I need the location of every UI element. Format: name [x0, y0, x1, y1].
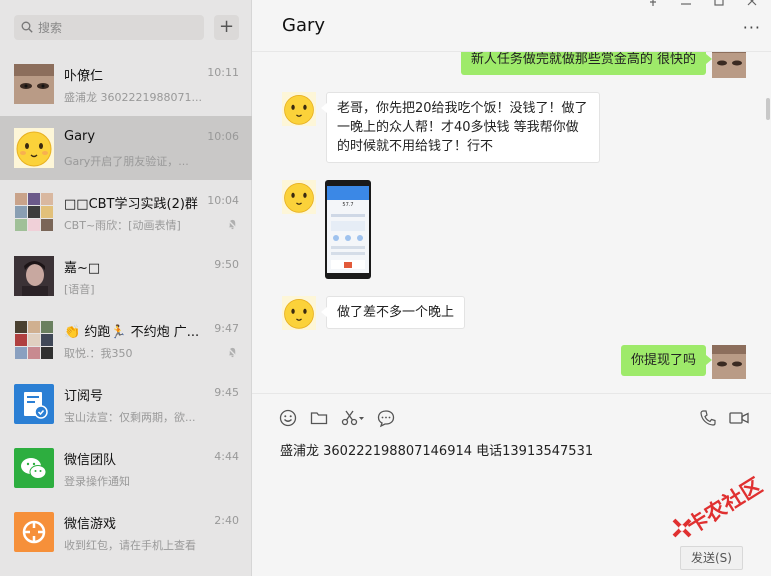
- minimize-icon[interactable]: [680, 0, 692, 6]
- video-icon[interactable]: [728, 408, 750, 428]
- pin-icon[interactable]: [647, 0, 659, 6]
- message-bubble-outgoing[interactable]: 新人任务做完就做那些赏金高的 很快的: [460, 52, 713, 75]
- chat-name: 微信游戏: [64, 517, 117, 532]
- mute-bell-icon: [227, 219, 238, 230]
- wechat-logo-icon: [14, 448, 54, 488]
- smiley-avatar: [14, 128, 54, 168]
- chat-preview: 宝山法宣：仅剩两期，欲...: [64, 411, 196, 424]
- screenshot-value: 57.7: [342, 202, 353, 208]
- group-grid-avatar: [14, 192, 54, 232]
- conversation-panel: Gary ··· 新人任务做完就做那些赏金高的 很快的 老哥，你先把20给我吃个…: [252, 0, 771, 576]
- chat-name: 嘉~□: [64, 261, 101, 276]
- maximize-icon[interactable]: [713, 0, 725, 6]
- chat-time: 4:44: [214, 450, 239, 463]
- chat-time: 2:40: [214, 514, 239, 527]
- close-icon[interactable]: [746, 0, 758, 6]
- scissors-icon[interactable]: [340, 408, 366, 428]
- search-box[interactable]: [14, 15, 204, 40]
- chat-title: Gary: [282, 15, 326, 36]
- chat-name: 卟僚仁: [64, 69, 104, 84]
- face-photo-avatar: [14, 64, 54, 104]
- mute-bell-icon: [227, 347, 238, 358]
- chat-preview: [语音]: [64, 283, 95, 296]
- dark-portrait-avatar: [14, 256, 54, 296]
- add-button[interactable]: +: [214, 15, 239, 40]
- chat-list: 卟僚仁 10:11 盛浦龙 3602221988071... Gary 10:0…: [0, 52, 252, 564]
- phone-screenshot-image[interactable]: 57.7: [325, 180, 371, 279]
- chat-time: 10:11: [207, 66, 239, 79]
- more-options-button[interactable]: ···: [743, 18, 761, 37]
- group-grid-avatar: [14, 320, 54, 360]
- chat-time: 10:04: [207, 194, 239, 207]
- subscription-icon: [14, 384, 54, 424]
- chat-name: 微信团队: [64, 453, 117, 468]
- chat-name: 订阅号: [64, 389, 104, 404]
- chat-item[interactable]: 微信团队 4:44 登录操作通知: [0, 436, 252, 500]
- chat-time: 9:50: [214, 258, 239, 271]
- chat-preview: 盛浦龙 3602221988071...: [64, 91, 202, 104]
- chat-list-panel: + 卟僚仁 10:11 盛浦龙 3602221988071...: [0, 0, 252, 576]
- message-input[interactable]: 盛浦龙 360222198807146914 电话13913547531: [280, 440, 750, 459]
- search-icon: [21, 21, 33, 33]
- message-bubble-outgoing[interactable]: 你提现了吗: [620, 345, 713, 376]
- conversation-header: Gary ···: [252, 0, 771, 52]
- contact-avatar[interactable]: [282, 296, 316, 330]
- chat-time: 9:47: [214, 322, 239, 335]
- chat-item[interactable]: 订阅号 9:45 宝山法宣：仅剩两期，欲...: [0, 372, 252, 436]
- chat-preview: CBT~雨欣：[动画表情]: [64, 219, 181, 232]
- chat-name: Gary: [64, 129, 96, 144]
- chat-time: 9:45: [214, 386, 239, 399]
- message-bubble-incoming[interactable]: 老哥，你先把20给我吃个饭！没钱了！做了一晚上的众人帮！才40多快钱 等我帮你做…: [321, 92, 600, 163]
- phone-icon[interactable]: [698, 408, 718, 428]
- message-composer: 盛浦龙 360222198807146914 电话13913547531 发送(…: [252, 393, 771, 576]
- folder-icon[interactable]: [309, 408, 329, 428]
- contact-avatar[interactable]: [282, 180, 316, 214]
- chat-preview: 取悦.：我350: [64, 347, 133, 360]
- search-input[interactable]: [38, 15, 198, 40]
- chat-item[interactable]: □□CBT学习实践(2)群 10:04 CBT~雨欣：[动画表情]: [0, 180, 252, 244]
- contact-avatar[interactable]: [282, 92, 316, 126]
- message-bubble-incoming[interactable]: 做了差不多一个晚上: [320, 296, 466, 329]
- chat-preview: 收到红包，请在手机上查看: [64, 539, 196, 552]
- my-avatar[interactable]: [712, 345, 746, 379]
- send-button[interactable]: 发送(S): [680, 546, 743, 570]
- chat-item[interactable]: 嘉~□ 9:50 [语音]: [0, 244, 252, 308]
- chat-time: 10:06: [207, 130, 239, 143]
- wechat-games-icon: [14, 512, 54, 552]
- my-avatar[interactable]: [712, 52, 746, 78]
- chat-preview: 登录操作通知: [64, 475, 130, 488]
- message-area: 新人任务做完就做那些赏金高的 很快的 老哥，你先把20给我吃个饭！没钱了！做了一…: [252, 52, 771, 393]
- chat-item[interactable]: 👏 约跑🏃 不约炮 广... 9:47 取悦.：我350: [0, 308, 252, 372]
- chat-name: □□CBT学习实践(2)群: [64, 197, 198, 212]
- emoji-icon[interactable]: [278, 408, 298, 428]
- scrollbar-thumb[interactable]: [766, 98, 770, 120]
- chat-item[interactable]: 卟僚仁 10:11 盛浦龙 3602221988071...: [0, 52, 252, 116]
- chat-preview: Gary开启了朋友验证，...: [64, 155, 189, 168]
- chat-name: 👏 约跑🏃 不约炮 广...: [64, 325, 200, 340]
- chat-item[interactable]: 微信游戏 2:40 收到红包，请在手机上查看: [0, 500, 252, 564]
- chat-item-active[interactable]: Gary 10:06 Gary开启了朋友验证，...: [0, 116, 252, 180]
- chat-bubble-icon[interactable]: [376, 408, 396, 428]
